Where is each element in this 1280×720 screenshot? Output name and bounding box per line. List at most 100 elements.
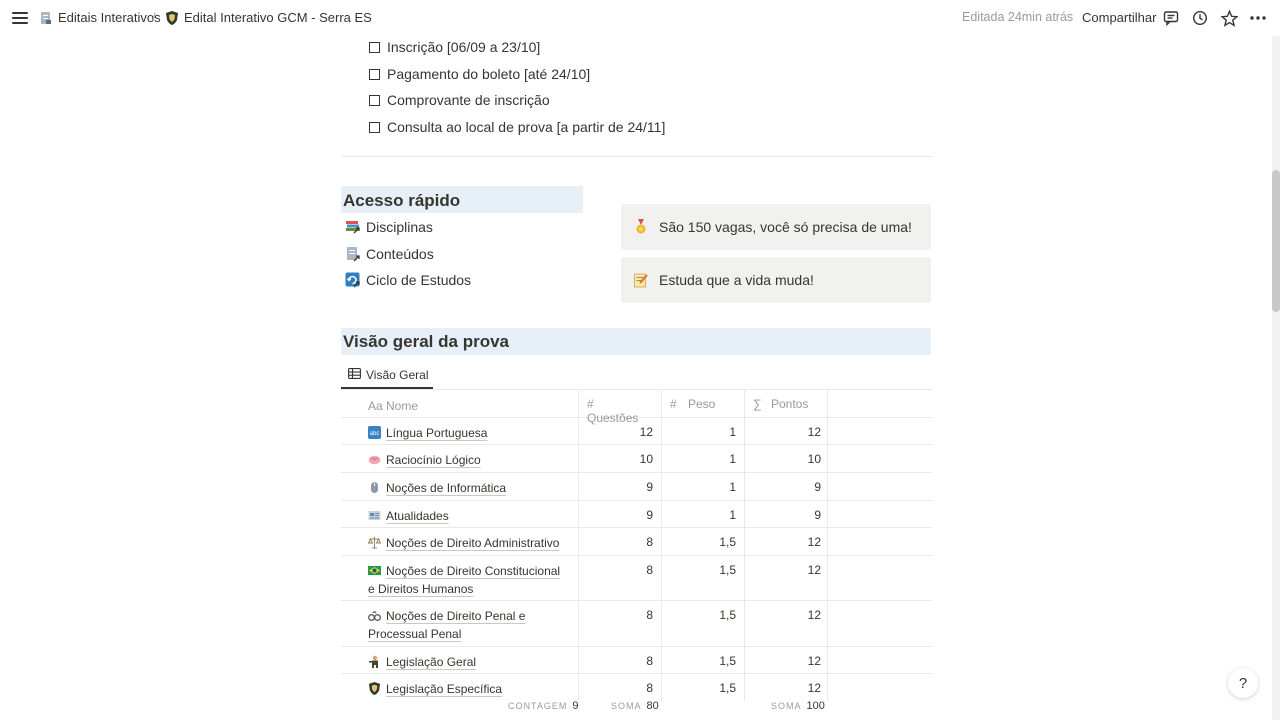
- scrollbar-thumb[interactable]: [1272, 170, 1280, 312]
- overview-title: Visão geral da prova: [343, 332, 509, 351]
- checkbox[interactable]: [369, 121, 380, 133]
- history-icon[interactable]: [1191, 9, 1209, 27]
- cell-peso[interactable]: 1,5: [662, 556, 745, 600]
- cell-peso[interactable]: 1: [662, 418, 745, 444]
- cell-peso[interactable]: 1: [662, 501, 745, 527]
- newspaper-icon: [368, 509, 381, 522]
- cell-questoes[interactable]: 9: [579, 501, 662, 527]
- page-icon: [345, 246, 361, 262]
- cell-questoes[interactable]: 8: [579, 647, 662, 673]
- memo-icon: [634, 272, 648, 288]
- cell-pontos[interactable]: 9: [745, 501, 828, 527]
- menu-icon[interactable]: [12, 10, 28, 26]
- table-row[interactable]: Noções de Direito Constitucional e Direi…: [341, 556, 932, 601]
- cell-questoes[interactable]: 9: [579, 473, 662, 500]
- comment-icon[interactable]: [1162, 9, 1180, 27]
- cell-questoes[interactable]: 12: [579, 418, 662, 444]
- footer-count[interactable]: CONTAGEM 9: [508, 700, 578, 712]
- column-header-pontos[interactable]: ∑ Pontos: [745, 390, 828, 417]
- cell-nome[interactable]: abc Língua Portuguesa: [341, 418, 579, 444]
- cell-questoes[interactable]: 8: [579, 674, 662, 701]
- formula-property-icon: ∑: [753, 397, 762, 411]
- table-row[interactable]: Noções de Direito Administrativo 8 1,5 1…: [341, 528, 932, 556]
- cell-nome[interactable]: Raciocínio Lógico: [341, 445, 579, 472]
- footer-sum-questoes[interactable]: SOMA 80: [611, 700, 659, 712]
- cell-nome[interactable]: Legislação Geral: [341, 647, 579, 673]
- shield-icon: [166, 10, 178, 25]
- link-disciplinas[interactable]: Disciplinas: [345, 219, 433, 235]
- cell-nome[interactable]: Noções de Direito Constitucional e Direi…: [341, 556, 579, 600]
- callout-motivacao: Estuda que a vida muda!: [621, 257, 931, 303]
- cell-pontos[interactable]: 12: [745, 647, 828, 673]
- cell-peso[interactable]: 1,5: [662, 674, 745, 701]
- column-add[interactable]: [828, 390, 932, 417]
- todo-item[interactable]: Inscrição [06/09 a 23/10]: [369, 39, 540, 55]
- breadcrumb-parent[interactable]: Editais Interativos: [40, 10, 161, 25]
- breadcrumb-parent-label: Editais Interativos: [58, 10, 161, 25]
- cell-pontos[interactable]: 9: [745, 473, 828, 500]
- divider: [341, 156, 932, 157]
- breadcrumb-separator: /: [152, 10, 156, 25]
- cell-nome[interactable]: Noções de Direito Penal e Processual Pen…: [341, 601, 579, 646]
- column-header-nome[interactable]: Aa Nome: [341, 390, 579, 417]
- footer-sum-pontos[interactable]: SOMA 100: [771, 700, 825, 712]
- table-row[interactable]: Atualidades 9 1 9: [341, 501, 932, 528]
- cell-pontos[interactable]: 12: [745, 556, 828, 600]
- table-row[interactable]: Raciocínio Lógico 10 1 10: [341, 445, 932, 473]
- cell-peso[interactable]: 1: [662, 445, 745, 472]
- tab-visao-geral[interactable]: Visão Geral: [341, 362, 433, 389]
- footer-sum-label: SOMA: [611, 701, 642, 711]
- cell-questoes[interactable]: 8: [579, 601, 662, 646]
- table-row[interactable]: Legislação Geral 8 1,5 12: [341, 647, 932, 674]
- table-row[interactable]: abc Língua Portuguesa 12 1 12: [341, 418, 932, 445]
- cell-peso[interactable]: 1,5: [662, 601, 745, 646]
- cell-questoes[interactable]: 8: [579, 528, 662, 555]
- checkbox[interactable]: [369, 41, 380, 53]
- cell-nome[interactable]: Legislação Específica: [341, 674, 579, 701]
- quick-access-title: Acesso rápido: [343, 191, 461, 210]
- breadcrumb-current[interactable]: Edital Interativo GCM - Serra ES: [166, 10, 372, 25]
- footer-count-value: 9: [572, 700, 579, 712]
- cycle-icon: [345, 272, 361, 288]
- todo-item[interactable]: Comprovante de inscrição: [369, 92, 550, 108]
- cell-pontos[interactable]: 12: [745, 674, 828, 701]
- checkbox[interactable]: [369, 68, 380, 80]
- cell-nome[interactable]: Atualidades: [341, 501, 579, 527]
- todo-label: Pagamento do boleto [até 24/10]: [387, 66, 591, 82]
- table-icon: [348, 367, 361, 382]
- cell-pontos[interactable]: 12: [745, 528, 828, 555]
- table-row[interactable]: Legislação Específica 8 1,5 12: [341, 674, 932, 701]
- cell-questoes[interactable]: 8: [579, 556, 662, 600]
- cell-pontos[interactable]: 12: [745, 418, 828, 444]
- share-button[interactable]: Compartilhar: [1082, 10, 1156, 25]
- table-row[interactable]: Noções de Direito Penal e Processual Pen…: [341, 601, 932, 647]
- cell-pontos[interactable]: 10: [745, 445, 828, 472]
- cell-peso[interactable]: 1,5: [662, 528, 745, 555]
- cell-peso[interactable]: 1,5: [662, 647, 745, 673]
- checkbox[interactable]: [369, 94, 380, 106]
- star-icon[interactable]: [1220, 9, 1238, 27]
- help-button[interactable]: ?: [1228, 668, 1258, 698]
- link-label: Disciplinas: [366, 219, 433, 235]
- footer-count-label: CONTAGEM: [508, 701, 568, 711]
- cell-questoes[interactable]: 10: [579, 445, 662, 472]
- todo-item[interactable]: Consulta ao local de prova [a partir de …: [369, 119, 665, 135]
- cell-nome[interactable]: Noções de Direito Administrativo: [341, 528, 579, 555]
- todo-item[interactable]: Pagamento do boleto [até 24/10]: [369, 66, 590, 82]
- column-header-questoes[interactable]: #Questões: [579, 390, 662, 425]
- link-label: Conteúdos: [366, 246, 434, 262]
- table-row[interactable]: Noções de Informática 9 1 9: [341, 473, 932, 501]
- todo-label: Consulta ao local de prova [a partir de …: [387, 119, 666, 135]
- cell-pontos[interactable]: 12: [745, 601, 828, 646]
- cell-peso[interactable]: 1: [662, 473, 745, 500]
- officer-icon: [368, 655, 381, 668]
- more-icon[interactable]: [1249, 9, 1267, 27]
- link-conteudos[interactable]: Conteúdos: [345, 246, 434, 262]
- scrollbar-track[interactable]: [1272, 36, 1280, 720]
- callout-vagas: São 150 vagas, você só precisa de uma!: [621, 204, 931, 250]
- cell-nome[interactable]: Noções de Informática: [341, 473, 579, 500]
- medal-icon: [634, 219, 648, 235]
- column-header-peso[interactable]: # Peso: [662, 390, 745, 417]
- callout-text: Estuda que a vida muda!: [659, 272, 814, 288]
- link-ciclo-de-estudos[interactable]: Ciclo de Estudos: [345, 272, 471, 288]
